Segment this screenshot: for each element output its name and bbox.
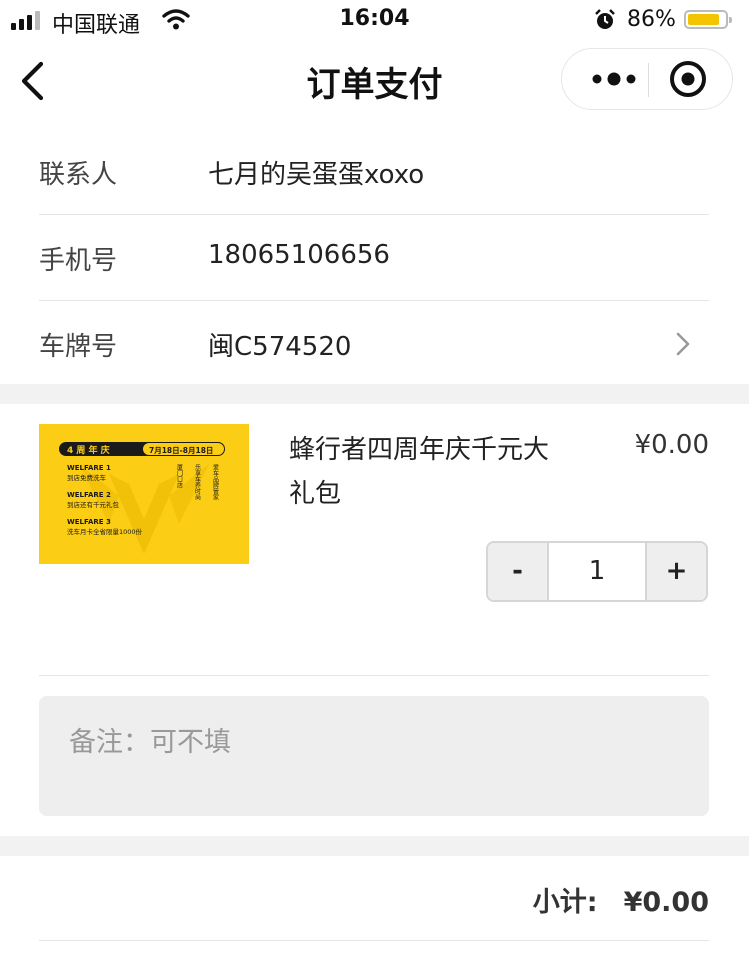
image-col2: 乐享车养时尚	[194, 464, 201, 501]
contact-name-row: 联系人 七月的吴蛋蛋xoxo	[39, 128, 709, 215]
contact-name-label: 联系人	[39, 160, 118, 190]
contact-name-value: 七月的吴蛋蛋xoxo	[208, 160, 425, 190]
image-welfare3-title: WELFARE 3	[67, 518, 111, 526]
phone-label: 手机号	[39, 246, 118, 276]
divider	[39, 675, 709, 676]
image-welfare2-title: WELFARE 2	[67, 491, 111, 499]
close-target-icon[interactable]	[666, 57, 710, 101]
subtotal-label: 小计:	[532, 887, 598, 918]
phone-value: 18065106656	[208, 240, 390, 270]
image-welfare2-text: 到店还有千元礼包	[67, 500, 120, 509]
plate-value: 闽C574520	[208, 332, 352, 362]
divider	[39, 940, 709, 941]
quantity-stepper: - 1 +	[486, 541, 708, 602]
plate-label: 车牌号	[39, 332, 118, 362]
plate-row[interactable]: 车牌号 闽C574520	[39, 300, 709, 386]
image-col3: 爱车品牌管家	[212, 463, 219, 500]
image-date-text: 7月18日-8月18日	[149, 446, 213, 455]
decrease-button[interactable]: -	[488, 543, 549, 600]
image-col1: 厦门口店	[176, 464, 183, 489]
nav-bar: 订单支付	[0, 40, 749, 120]
battery-percent: 86%	[627, 7, 676, 32]
product-price: ¥0.00	[634, 430, 709, 460]
quantity-value[interactable]: 1	[549, 543, 645, 600]
image-welfare1-text: 到店免费洗车	[67, 473, 107, 482]
product-name: 蜂行者四周年庆千元大礼包	[289, 435, 550, 509]
image-welfare1-title: WELFARE 1	[67, 464, 111, 472]
subtotal: 小计: ¥0.00	[533, 880, 709, 919]
more-icon[interactable]	[582, 49, 648, 109]
remark-input[interactable]: 备注：可不填	[39, 696, 709, 816]
section-gap	[0, 836, 749, 856]
battery-icon	[684, 10, 732, 29]
section-gap	[0, 384, 749, 404]
chevron-right-icon	[676, 332, 690, 356]
alarm-icon	[595, 9, 615, 29]
mini-program-capsule	[561, 48, 733, 110]
subtotal-value: ¥0.00	[623, 887, 709, 918]
status-bar: 中国联通 16:04 86%	[0, 0, 749, 40]
image-welfare3-text: 洗车月卡全省限量1000份	[67, 527, 143, 536]
capsule-divider	[648, 63, 649, 97]
phone-row: 手机号 18065106656	[39, 214, 709, 301]
increase-button[interactable]: +	[645, 543, 706, 600]
product-image: 4 周 年 庆 7月18日-8月18日 WELFARE 1 到店免费洗车 WEL…	[39, 424, 249, 564]
image-badge-text: 4 周 年 庆	[67, 444, 110, 456]
